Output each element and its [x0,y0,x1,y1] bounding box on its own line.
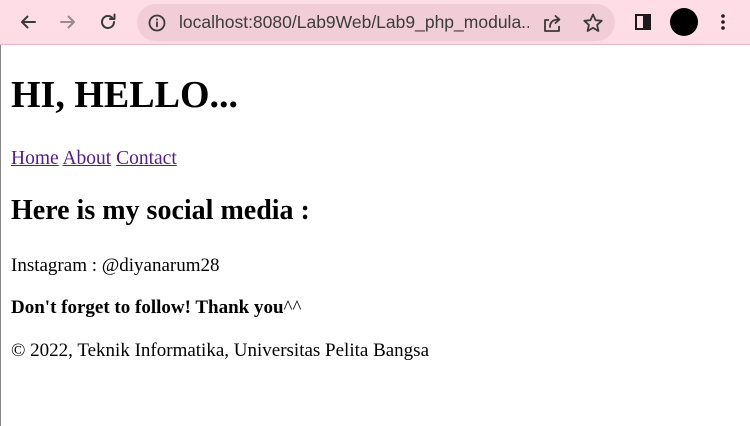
arrow-left-icon [21,15,36,29]
follow-message-suffix: ^^ [283,297,302,318]
bookmark-star-icon[interactable] [581,12,605,34]
browser-toolbar: localhost:8080/Lab9Web/Lab9_php_modula..… [0,0,750,45]
window-edge [0,45,1,426]
nav-links: Home About Contact [11,149,177,169]
address-bar[interactable]: localhost:8080/Lab9Web/Lab9_php_modula..… [137,4,615,41]
nav-link-home[interactable]: Home [11,148,59,169]
social-media-heading: Here is my social media : [11,195,310,226]
page-title: HI, HELLO... [11,74,238,116]
arrow-right-icon [60,15,75,29]
profile-button[interactable] [669,7,699,37]
side-panel-icon [635,14,651,30]
reload-icon [101,13,116,29]
url-text[interactable]: localhost:8080/Lab9Web/Lab9_php_modula..… [179,4,529,41]
back-button[interactable] [13,7,43,37]
site-info-icon[interactable] [147,13,167,33]
instagram-handle: Instagram : @diyanarum28 [11,255,220,276]
forward-button[interactable] [53,7,83,37]
menu-button[interactable] [708,7,738,37]
nav-link-contact[interactable]: Contact [116,148,177,169]
reload-button[interactable] [93,7,123,37]
nav-link-about[interactable]: About [62,148,111,169]
share-icon[interactable] [541,12,565,34]
follow-message-bold: Don't forget to follow! Thank you [11,297,284,318]
more-vertical-icon [721,14,725,30]
page-footer: © 2022, Teknik Informatika, Universitas … [11,340,430,361]
side-panel-button[interactable] [628,7,658,37]
follow-message: Don't forget to follow! Thank you^^ [11,298,301,317]
avatar [670,8,698,36]
